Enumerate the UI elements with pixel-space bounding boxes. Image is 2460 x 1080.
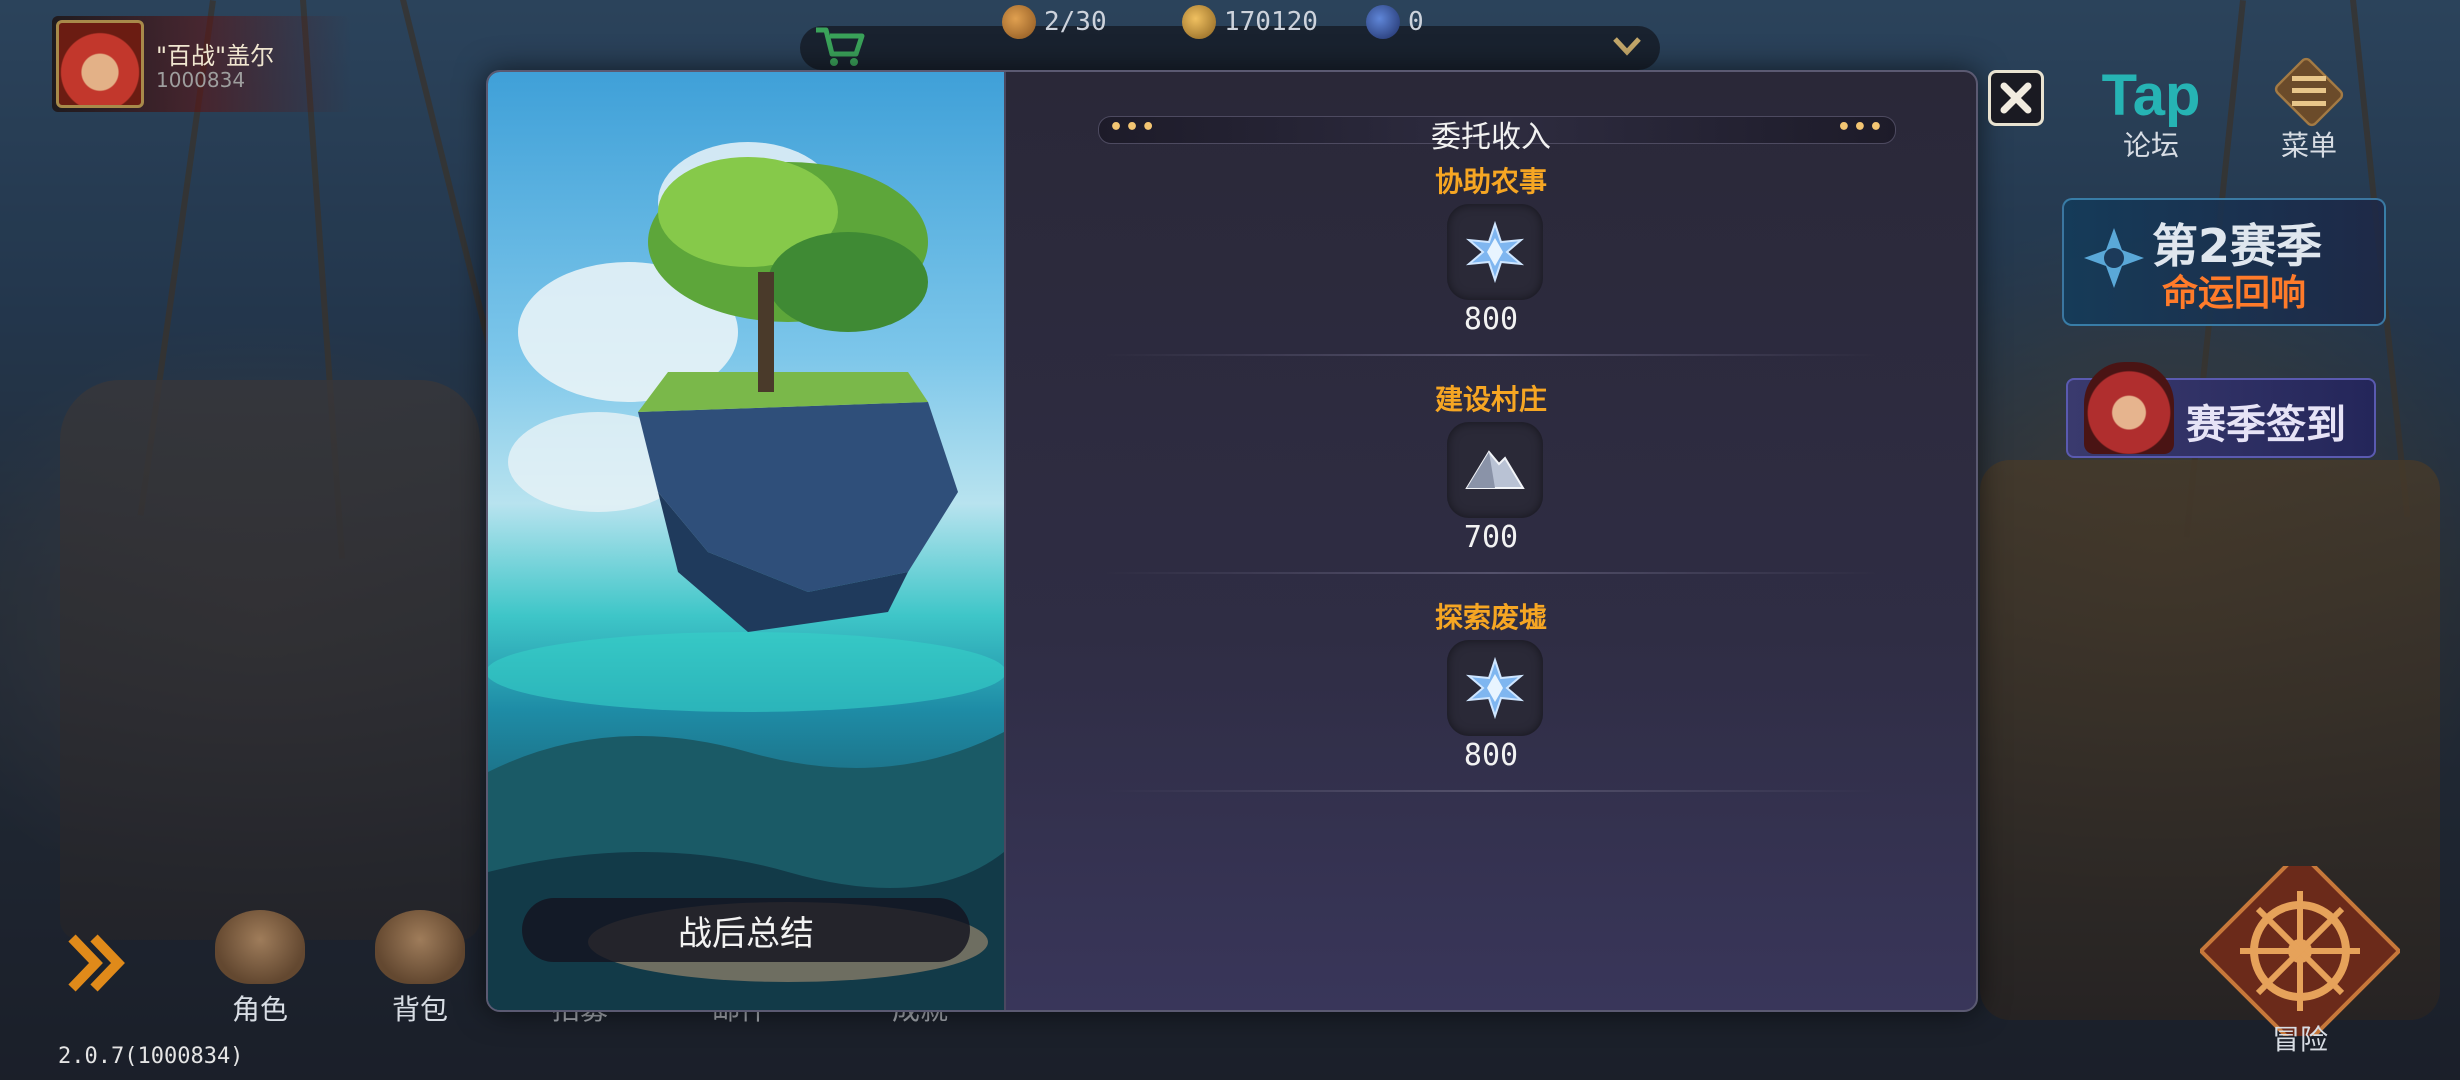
version-label: 2.0.7(1000834) [58,1044,244,1069]
floating-island-art [488,142,1004,1010]
reward-amount: 800 [1463,738,1519,773]
reward-amount: 700 [1463,520,1519,555]
season-signin-button[interactable]: 赛季签到 [2066,362,2376,458]
player-name: "百战"盖尔 [156,42,275,70]
player-info[interactable]: "百战"盖尔 1000834 [52,16,352,112]
reward-slot[interactable] [1447,422,1543,518]
adventure-label: 冒险 [2271,1023,2328,1056]
resource-gold[interactable]: 170120 [1182,4,1318,40]
divider [1106,790,1876,792]
expand-arrow-icon[interactable] [62,928,132,998]
resource-gold-value: 170120 [1224,7,1318,37]
menu-button[interactable]: 菜单 [2254,55,2364,162]
commission-income-dialog: 战后总结 ••• ••• 委托收入 协助农事 800 建设村庄 700 探索废墟… [486,70,1978,1012]
menu-label: 菜单 [2280,129,2337,162]
season-subtitle: 命运回响 [2162,273,2307,314]
resource-gem[interactable]: 0 [1366,4,1424,40]
dialog-title: 委托收入 [1431,120,1551,155]
resource-bread[interactable]: 2/30 [1002,4,1107,40]
menu-lines [2292,76,2326,106]
nav-backpack[interactable]: 背包 [360,910,480,1030]
close-icon [2000,82,2032,114]
reward-panel: ••• ••• 委托收入 协助农事 800 建设村庄 700 探索废墟 800 [1006,72,1976,1010]
reward-entry: 探索废墟 800 [1006,596,1976,814]
forum-button[interactable]: Tap 论坛 [2096,62,2206,162]
shop-cart-icon[interactable] [812,22,868,70]
player-id: 1000834 [156,68,246,92]
chevron-down-icon[interactable] [1612,34,1642,58]
gold-coin-icon [1182,5,1216,39]
close-button[interactable] [1988,70,2044,126]
nav-character-label: 角色 [231,993,288,1026]
reward-entry: 建设村庄 700 [1006,378,1976,596]
commission-name: 协助农事 [1434,165,1547,198]
character-portrait [2084,362,2174,454]
nav-backpack-label: 背包 [391,993,448,1026]
tap-logo: Tap [2101,63,2201,128]
season-banner[interactable]: 第2赛季 命运回响 [2062,198,2386,326]
commission-name: 探索废墟 [1434,601,1547,634]
reward-amount: 800 [1463,302,1519,337]
blue-gem-icon [1366,5,1400,39]
character-icon [215,910,305,984]
resource-gem-value: 0 [1408,7,1424,37]
avatar[interactable] [56,20,144,108]
commission-name: 建设村庄 [1434,383,1547,416]
adventure-button[interactable]: 冒险 [2198,849,2402,1066]
divider [1106,572,1876,574]
silver-ore-icon [1465,450,1525,489]
bread-icon [1002,5,1036,39]
battle-summary-button[interactable]: 战后总结 [522,898,970,962]
backpack-icon [375,910,465,984]
resource-bread-value: 2/30 [1044,7,1107,37]
compass-icon [2084,228,2144,288]
ship-wheel-icon [2198,849,2402,1053]
forum-label: 论坛 [2122,129,2179,162]
blue-crystal-icon [1465,220,1525,284]
reward-entry: 协助农事 800 [1006,160,1976,378]
season-signin-label: 赛季签到 [2186,402,2346,448]
reward-slot[interactable] [1447,204,1543,300]
divider [1106,354,1876,356]
nav-character[interactable]: 角色 [200,910,320,1030]
blue-crystal-icon [1465,656,1525,720]
island-illustration: 战后总结 [488,72,1006,1010]
reward-slot[interactable] [1447,640,1543,736]
